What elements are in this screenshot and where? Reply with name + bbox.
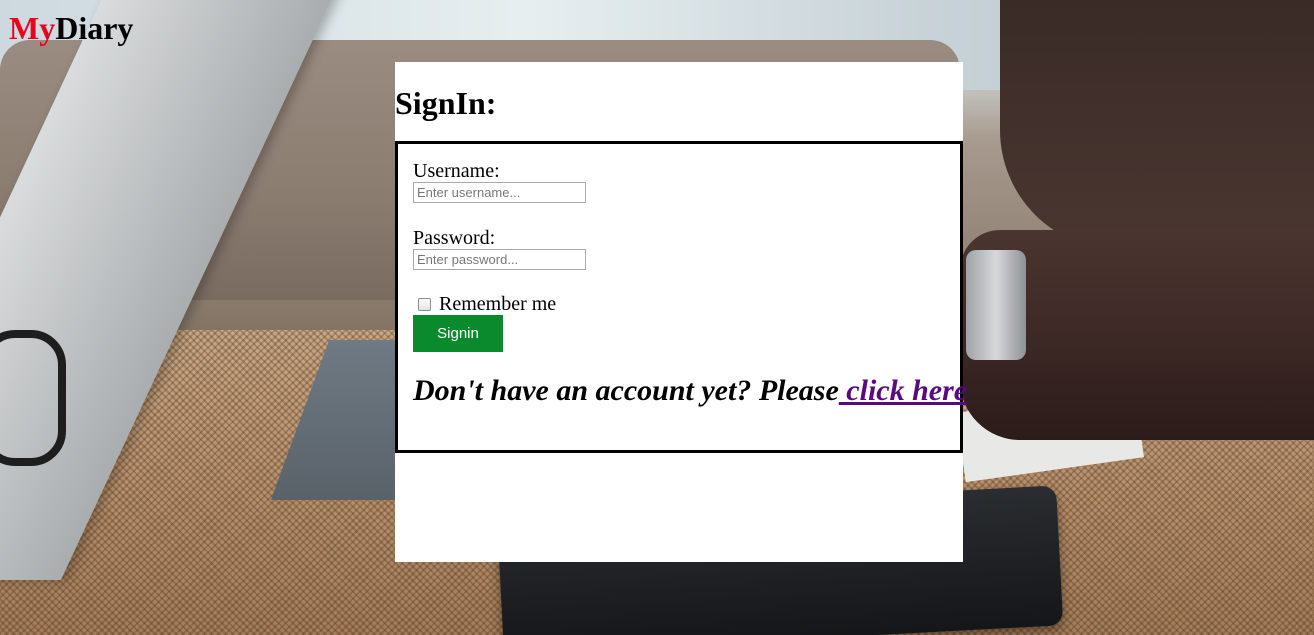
password-label: Password:	[413, 227, 496, 249]
signup-prompt: Don't have an account yet? Please click …	[413, 373, 967, 409]
username-label: Username:	[413, 160, 500, 182]
page-title: SignIn:	[395, 85, 497, 121]
brand-diary: Diary	[55, 10, 134, 46]
signin-button[interactable]: Signin	[413, 315, 503, 352]
signup-link[interactable]: click here	[839, 374, 967, 407]
brand-my: My	[9, 10, 56, 46]
signup-prompt-text: Don't have an account yet? Please	[413, 374, 839, 407]
remember-me-row: Remember me	[413, 292, 556, 316]
remember-me-label: Remember me	[439, 293, 557, 315]
username-input[interactable]	[413, 182, 586, 203]
signin-form: Username: Password: Remember me Signin D…	[395, 141, 967, 453]
brand-logo[interactable]: MyDiary	[9, 8, 133, 48]
signin-panel: SignIn: Username: Password: Remember me …	[395, 62, 967, 562]
password-input[interactable]	[413, 249, 586, 270]
remember-me-checkbox[interactable]	[418, 297, 431, 311]
